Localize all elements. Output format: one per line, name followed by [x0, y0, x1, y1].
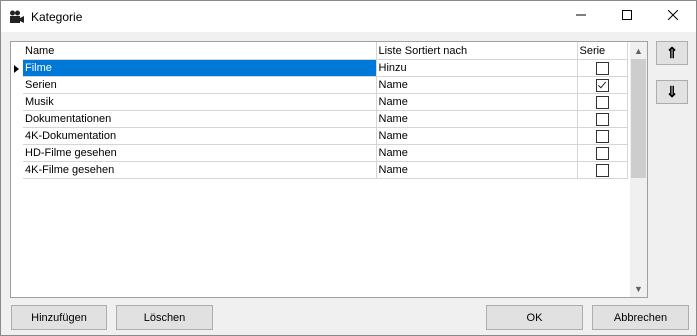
- minimize-icon: [576, 10, 586, 23]
- vertical-scrollbar[interactable]: ▲ ▼: [630, 42, 647, 297]
- cell-serie: [577, 127, 628, 145]
- dialog-window: Kategorie Name Liste Sortiert nach Serie…: [0, 0, 697, 336]
- maximize-button[interactable]: [604, 1, 650, 32]
- cell-name[interactable]: Filme: [23, 59, 377, 77]
- cell-name[interactable]: Serien: [23, 76, 377, 94]
- table-row[interactable]: 4K-Filme gesehen Name: [23, 161, 628, 179]
- cell-serie: [577, 59, 628, 77]
- scroll-up-icon[interactable]: ▲: [630, 42, 647, 59]
- double-arrow-up-icon: ⇑: [665, 45, 679, 62]
- move-down-button[interactable]: ⇓: [656, 80, 688, 104]
- cell-sort[interactable]: Name: [376, 76, 578, 94]
- serie-checkbox[interactable]: [595, 61, 609, 75]
- cell-name[interactable]: 4K-Filme gesehen: [23, 161, 377, 179]
- table-row[interactable]: HD-Filme gesehen Name: [23, 144, 628, 162]
- cell-serie: [577, 161, 628, 179]
- cell-sort[interactable]: Hinzu: [376, 59, 578, 77]
- double-arrow-down-icon: ⇓: [665, 84, 679, 101]
- delete-button[interactable]: Löschen: [116, 305, 213, 330]
- serie-checkbox[interactable]: [595, 78, 609, 92]
- maximize-icon: [622, 10, 632, 23]
- ok-button[interactable]: OK: [486, 305, 583, 330]
- scroll-down-icon[interactable]: ▼: [630, 280, 647, 297]
- cancel-button[interactable]: Abbrechen: [592, 305, 689, 330]
- table-row[interactable]: Filme Hinzu: [23, 59, 628, 77]
- close-icon: [667, 9, 679, 23]
- column-header-serie[interactable]: Serie: [577, 42, 628, 60]
- minimize-button[interactable]: [558, 1, 604, 32]
- cell-serie: [577, 110, 628, 128]
- serie-checkbox[interactable]: [595, 129, 609, 143]
- serie-checkbox[interactable]: [595, 95, 609, 109]
- cell-sort[interactable]: Name: [376, 127, 578, 145]
- table-row[interactable]: Musik Name: [23, 93, 628, 111]
- table-row[interactable]: Serien Name: [23, 76, 628, 94]
- video-camera-icon: [9, 10, 25, 24]
- cell-name[interactable]: Dokumentationen: [23, 110, 377, 128]
- scroll-thumb[interactable]: [631, 59, 646, 178]
- cell-sort[interactable]: Name: [376, 110, 578, 128]
- cell-serie: [577, 144, 628, 162]
- serie-checkbox[interactable]: [595, 112, 609, 126]
- table-row[interactable]: Dokumentationen Name: [23, 110, 628, 128]
- cell-serie: [577, 76, 628, 94]
- serie-checkbox[interactable]: [595, 146, 609, 160]
- add-button[interactable]: Hinzufügen: [11, 305, 107, 330]
- cell-serie: [577, 93, 628, 111]
- column-header-name[interactable]: Name: [23, 42, 377, 60]
- table-row[interactable]: 4K-Dokumentation Name: [23, 127, 628, 145]
- column-header-sort[interactable]: Liste Sortiert nach: [376, 42, 578, 60]
- move-up-button[interactable]: ⇑: [656, 41, 688, 65]
- cell-sort[interactable]: Name: [376, 161, 578, 179]
- window-title: Kategorie: [31, 10, 83, 24]
- title-bar[interactable]: Kategorie: [1, 1, 696, 32]
- cell-name[interactable]: 4K-Dokumentation: [23, 127, 377, 145]
- category-table: Name Liste Sortiert nach Serie Filme Hinz…: [23, 42, 628, 179]
- cell-sort[interactable]: Name: [376, 93, 578, 111]
- serie-checkbox[interactable]: [595, 163, 609, 177]
- category-grid[interactable]: Name Liste Sortiert nach Serie Filme Hinz…: [10, 41, 648, 298]
- header-row: Name Liste Sortiert nach Serie: [23, 42, 628, 60]
- close-button[interactable]: [650, 1, 696, 32]
- cell-name[interactable]: Musik: [23, 93, 377, 111]
- cell-sort[interactable]: Name: [376, 144, 578, 162]
- current-row-marker-icon: [14, 65, 19, 73]
- cell-name[interactable]: HD-Filme gesehen: [23, 144, 377, 162]
- row-header-column: [11, 42, 23, 297]
